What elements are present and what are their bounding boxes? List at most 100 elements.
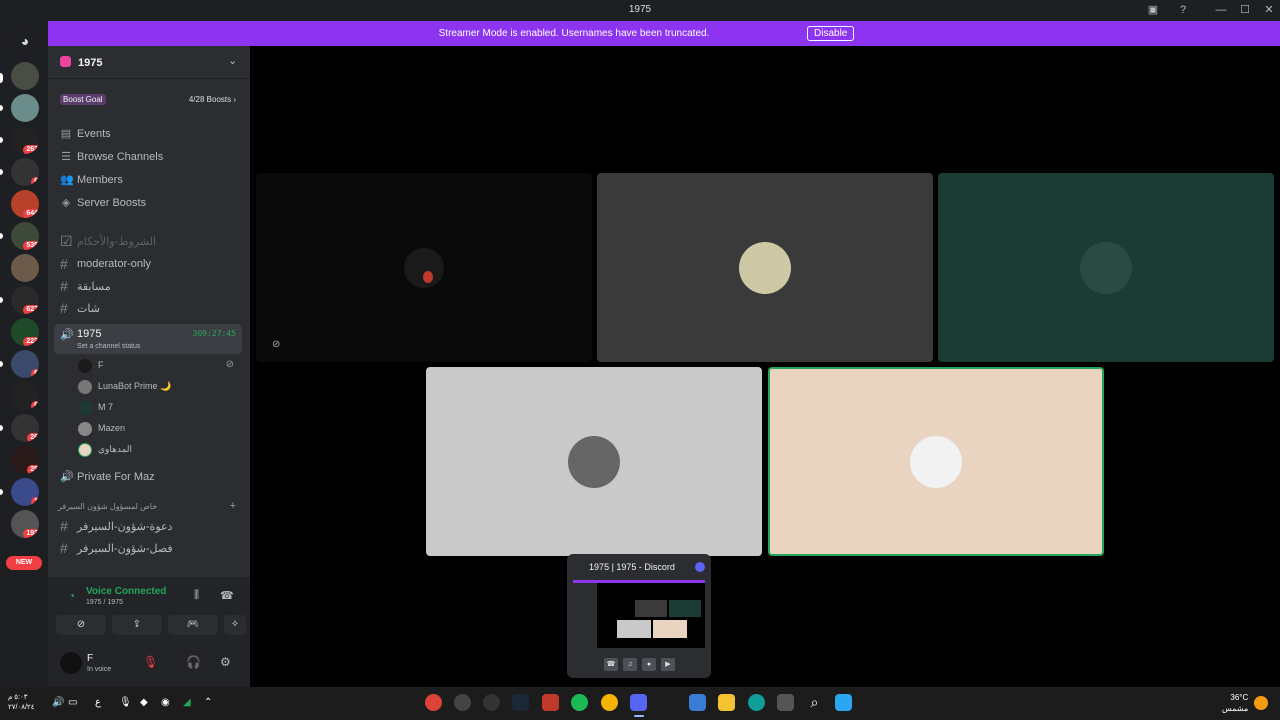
noise-suppression-icon[interactable]: ⫼ [194, 589, 199, 602]
participant-tile-speaking[interactable] [768, 367, 1104, 556]
nav-events[interactable]: ▤ Events [60, 126, 240, 144]
new-badge[interactable]: NEW [6, 556, 42, 570]
chevron-up-icon[interactable]: ⌃ [204, 697, 212, 708]
avatar [78, 380, 92, 394]
search-icon[interactable]: ⌕ [806, 694, 823, 711]
steam-icon[interactable] [512, 694, 529, 711]
channel-contest[interactable]: # مسابقة [60, 278, 240, 296]
mention-badge: 25 [27, 465, 39, 474]
discord-home-icon[interactable]: ◕ [11, 27, 39, 55]
server-icon[interactable]: 644 [11, 190, 39, 218]
windows-start-icon[interactable] [835, 694, 852, 711]
language-indicator[interactable]: ع [95, 697, 101, 708]
server-icon[interactable]: 6 [11, 350, 39, 378]
tray-app-icon[interactable]: ◢ [183, 697, 191, 708]
category-header[interactable]: خاص لمسؤول شؤون السيرفر + [58, 500, 240, 515]
help-icon[interactable]: ? [1176, 4, 1190, 17]
edge-icon[interactable] [748, 694, 765, 711]
server-icon[interactable]: 193 [11, 510, 39, 538]
disable-streamer-mode-button[interactable]: Disable [807, 26, 855, 41]
mic-icon[interactable]: ● [642, 658, 656, 671]
voice-user[interactable]: المدهاوي [78, 441, 238, 459]
channel-private-for-maz[interactable]: 🔊 Private For Maz [60, 469, 240, 487]
mic-icon[interactable]: 🎙 [119, 697, 132, 708]
taskbar-preview[interactable]: 1975 | 1975 - Discord ☎ ♫ ● ▶ [567, 554, 711, 678]
channel-chat[interactable]: # شات [60, 300, 240, 318]
channel-moderator-only[interactable]: # moderator-only [60, 256, 240, 274]
chrome-icon[interactable] [425, 694, 442, 711]
participant-tile[interactable] [426, 367, 762, 556]
speaker-icon: 🔊 [60, 329, 74, 341]
tray-app-icon[interactable]: ◆ [140, 697, 148, 708]
gear-icon[interactable]: ⚙ [220, 655, 231, 669]
video-off-button[interactable]: ⊘ [56, 615, 106, 635]
nav-browse-channels[interactable]: ☰ Browse Channels [60, 149, 240, 167]
channel-invite[interactable]: # دعوة-شؤون-السيرفر [60, 518, 240, 536]
weather-widget[interactable]: 36°C مشمس [1222, 692, 1248, 714]
voice-connected-label[interactable]: Voice Connected [86, 586, 166, 597]
task-view-icon[interactable] [777, 694, 794, 711]
network-icon[interactable]: ▭ [68, 697, 77, 708]
chevron-down-icon[interactable]: ⌄ [228, 54, 237, 67]
nav-members[interactable]: 👥 Members [60, 172, 240, 190]
app-icon[interactable] [483, 694, 500, 711]
participant-tile[interactable] [597, 173, 933, 362]
soundboard-button[interactable]: ✧ [224, 615, 246, 635]
disconnect-icon[interactable]: ☎ [220, 589, 234, 602]
server-icon[interactable]: 627 [11, 286, 39, 314]
server-icon[interactable]: 6 [11, 158, 39, 186]
chrome-icon[interactable] [601, 694, 618, 711]
server-icon[interactable] [11, 94, 39, 122]
headphones-icon[interactable]: 🎧 [186, 655, 201, 669]
voice-user[interactable]: LunaBot Prime 🌙 [78, 378, 238, 396]
server-icon[interactable]: 26 [11, 414, 39, 442]
voice-location: 1975 / 1975 [86, 599, 123, 606]
server-icon[interactable]: 25 [11, 446, 39, 474]
minimize-button[interactable]: — [1214, 4, 1228, 17]
channel-label: moderator-only [77, 258, 151, 270]
thumb-tile [617, 620, 651, 638]
voice-user[interactable]: F ⊘ [78, 357, 238, 375]
activities-button[interactable]: 🎮 [168, 615, 218, 635]
inbox-icon[interactable]: ▣ [1146, 4, 1160, 17]
hash-icon: # [60, 518, 68, 534]
voice-channel-1975[interactable]: 🔊 1975 309:27:45 Set a channel status [54, 324, 242, 354]
maximize-button[interactable]: ☐ [1238, 4, 1252, 17]
server-icon[interactable]: 1 [11, 478, 39, 506]
tray-app-icon[interactable]: ◉ [161, 697, 170, 708]
volume-icon[interactable]: 🔊 [52, 697, 64, 708]
app-icon[interactable] [454, 694, 471, 711]
add-channel-icon[interactable]: + [230, 500, 236, 512]
channel-kick[interactable]: # فصل-شؤون-السيرفر [60, 540, 240, 558]
server-icon[interactable]: 6 [11, 382, 39, 410]
headphones-icon[interactable]: ♫ [623, 658, 637, 671]
set-channel-status[interactable]: Set a channel status [77, 343, 140, 350]
server-icon[interactable]: 535 [11, 222, 39, 250]
boost-goal-bar[interactable]: Boost Goal 4/28 Boosts › [56, 90, 240, 108]
participant-tile[interactable]: ⊘ [256, 173, 592, 362]
avatar[interactable] [60, 652, 82, 674]
server-icon[interactable] [11, 254, 39, 282]
store-icon[interactable] [689, 694, 706, 711]
disconnect-icon[interactable]: ☎ [604, 658, 618, 671]
channel-rules[interactable]: ☑ الشروط-والأحكام [60, 233, 240, 251]
voice-user[interactable]: M 7 [78, 399, 238, 417]
app-icon[interactable] [542, 694, 559, 711]
camera-icon[interactable]: ▶ [661, 658, 675, 671]
nav-server-boosts[interactable]: ◈ Server Boosts [60, 195, 240, 213]
avatar [568, 435, 620, 488]
server-header[interactable]: 1975 ⌄ [48, 46, 250, 79]
file-explorer-icon[interactable] [718, 694, 735, 711]
server-icon[interactable]: 223 [11, 318, 39, 346]
spotify-icon[interactable] [571, 694, 588, 711]
mic-muted-icon[interactable]: 🎙 [143, 655, 158, 669]
discord-icon[interactable] [630, 694, 647, 711]
screen-share-button[interactable]: ⇪ [112, 615, 162, 635]
voice-user[interactable]: Mazen [78, 420, 238, 438]
server-icon[interactable] [11, 62, 39, 90]
close-window-button[interactable]: ✕ [1262, 4, 1276, 17]
participant-tile[interactable] [938, 173, 1274, 362]
server-icon[interactable]: 262 [11, 126, 39, 154]
clock[interactable]: ٥:٠٣ م ٢٧/٠٨/٢٤ [8, 693, 34, 713]
signal-icon[interactable]: ◔ [68, 589, 75, 603]
